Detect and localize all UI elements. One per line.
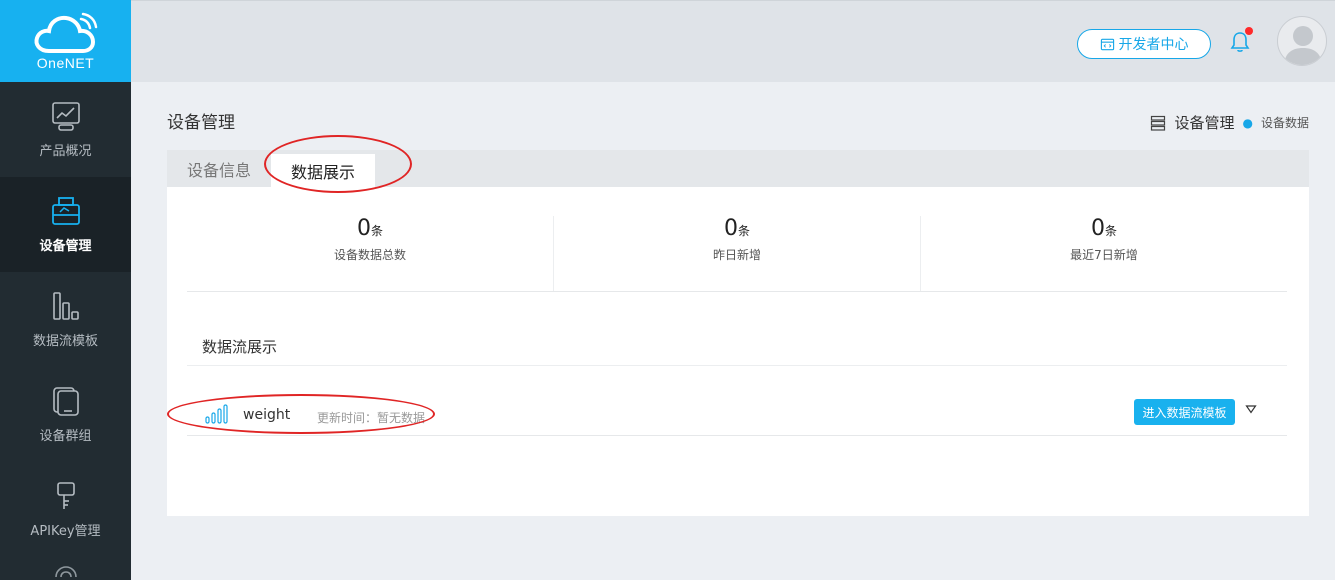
sidebar: OneNET 产品概况 设备管理 数据流模板 设备群组 APIKey管理 <box>0 0 131 580</box>
cloud-logo-icon <box>34 12 97 53</box>
top-bar: 开发者中心 <box>131 0 1335 82</box>
enter-template-button[interactable]: 进入数据流模板 <box>1134 399 1235 425</box>
tab-bar: 设备信息 数据展示 <box>167 150 1309 187</box>
page-title: 设备管理 <box>167 113 235 133</box>
sidebar-item-label: 设备管理 <box>39 239 92 254</box>
sidebar-item-device-management[interactable]: 设备管理 <box>0 177 131 272</box>
device-data-card: 设备信息 数据展示 <box>167 150 1309 516</box>
key-icon <box>56 482 75 509</box>
breadcrumb: 设备管理 ● 设备数据 <box>1150 112 1309 133</box>
stat-last-7-days: 0条 最近7日新增 <box>920 216 1287 291</box>
user-silhouette-icon <box>1284 26 1322 65</box>
section-title: 数据流展示 <box>202 338 278 356</box>
stream-update-time: 更新时间：暂无数据 <box>317 411 426 425</box>
divider <box>187 365 1287 366</box>
sidebar-item-device-group[interactable]: 设备群组 <box>0 367 131 462</box>
tab-data-display[interactable]: 数据展示 <box>271 154 376 187</box>
stat-total: 0条 设备数据总数 <box>187 216 553 291</box>
sidebar-item-label: 产品概况 <box>39 144 92 159</box>
sidebar-item-partial[interactable] <box>0 557 131 577</box>
group-icon <box>52 387 79 416</box>
stream-name: weight <box>243 407 291 423</box>
stat-label: 最近7日新增 <box>1070 248 1138 262</box>
notification-dot <box>1245 27 1253 35</box>
developer-center-label: 开发者中心 <box>1118 37 1189 53</box>
stat-unit: 条 <box>370 224 383 238</box>
stats-row: 0条 设备数据总数 0条 昨日新增 0条 最近7日新增 <box>187 216 1287 292</box>
device-icon <box>51 197 80 225</box>
list-icon <box>1151 115 1166 131</box>
stat-label: 昨日新增 <box>712 248 761 262</box>
stat-unit: 条 <box>1104 224 1117 238</box>
developer-center-button[interactable]: 开发者中心 <box>1077 29 1211 59</box>
bar-chart-icon <box>205 404 228 424</box>
sidebar-item-apikey[interactable]: APIKey管理 <box>0 462 131 557</box>
breadcrumb-parent[interactable]: 设备管理 <box>1174 112 1234 133</box>
code-window-icon <box>1100 38 1114 50</box>
stat-yesterday: 0条 昨日新增 <box>553 216 920 291</box>
breadcrumb-separator: ● <box>1242 115 1253 130</box>
triangle-down-icon[interactable] <box>1245 404 1257 414</box>
stat-value: 0 <box>356 216 371 241</box>
sidebar-item-label: 数据流模板 <box>32 334 98 349</box>
logo-text: OneNET <box>36 55 95 71</box>
sidebar-item-label: APIKey管理 <box>30 524 101 539</box>
sidebar-item-datastream-template[interactable]: 数据流模板 <box>0 272 131 367</box>
avatar[interactable] <box>1277 16 1327 66</box>
breadcrumb-current: 设备数据 <box>1260 116 1309 130</box>
stat-unit: 条 <box>737 224 750 238</box>
stat-label: 设备数据总数 <box>333 248 406 262</box>
bars-icon <box>52 292 79 320</box>
stat-value: 0 <box>1090 216 1105 241</box>
stat-value: 0 <box>723 216 738 241</box>
tab-device-info[interactable]: 设备信息 <box>167 150 271 187</box>
signal-icon <box>54 566 77 577</box>
list-item[interactable]: weight 更新时间：暂无数据 进入数据流模板 <box>187 396 1287 436</box>
sidebar-item-product-overview[interactable]: 产品概况 <box>0 82 131 177</box>
sidebar-item-label: 设备群组 <box>39 429 92 444</box>
chart-icon <box>51 102 80 131</box>
onenet-logo[interactable]: OneNET <box>0 0 131 82</box>
